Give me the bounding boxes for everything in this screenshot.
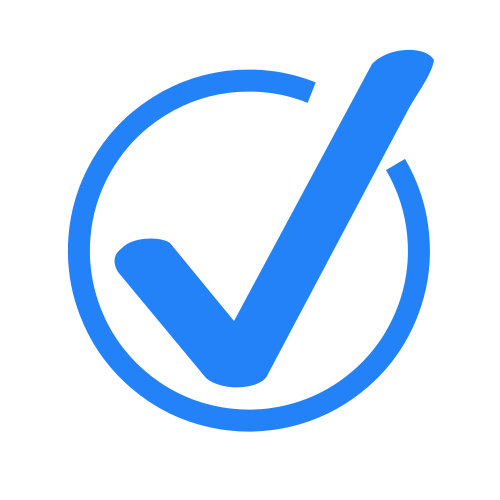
check-circle-icon xyxy=(67,49,434,432)
icon-canvas xyxy=(0,0,500,500)
